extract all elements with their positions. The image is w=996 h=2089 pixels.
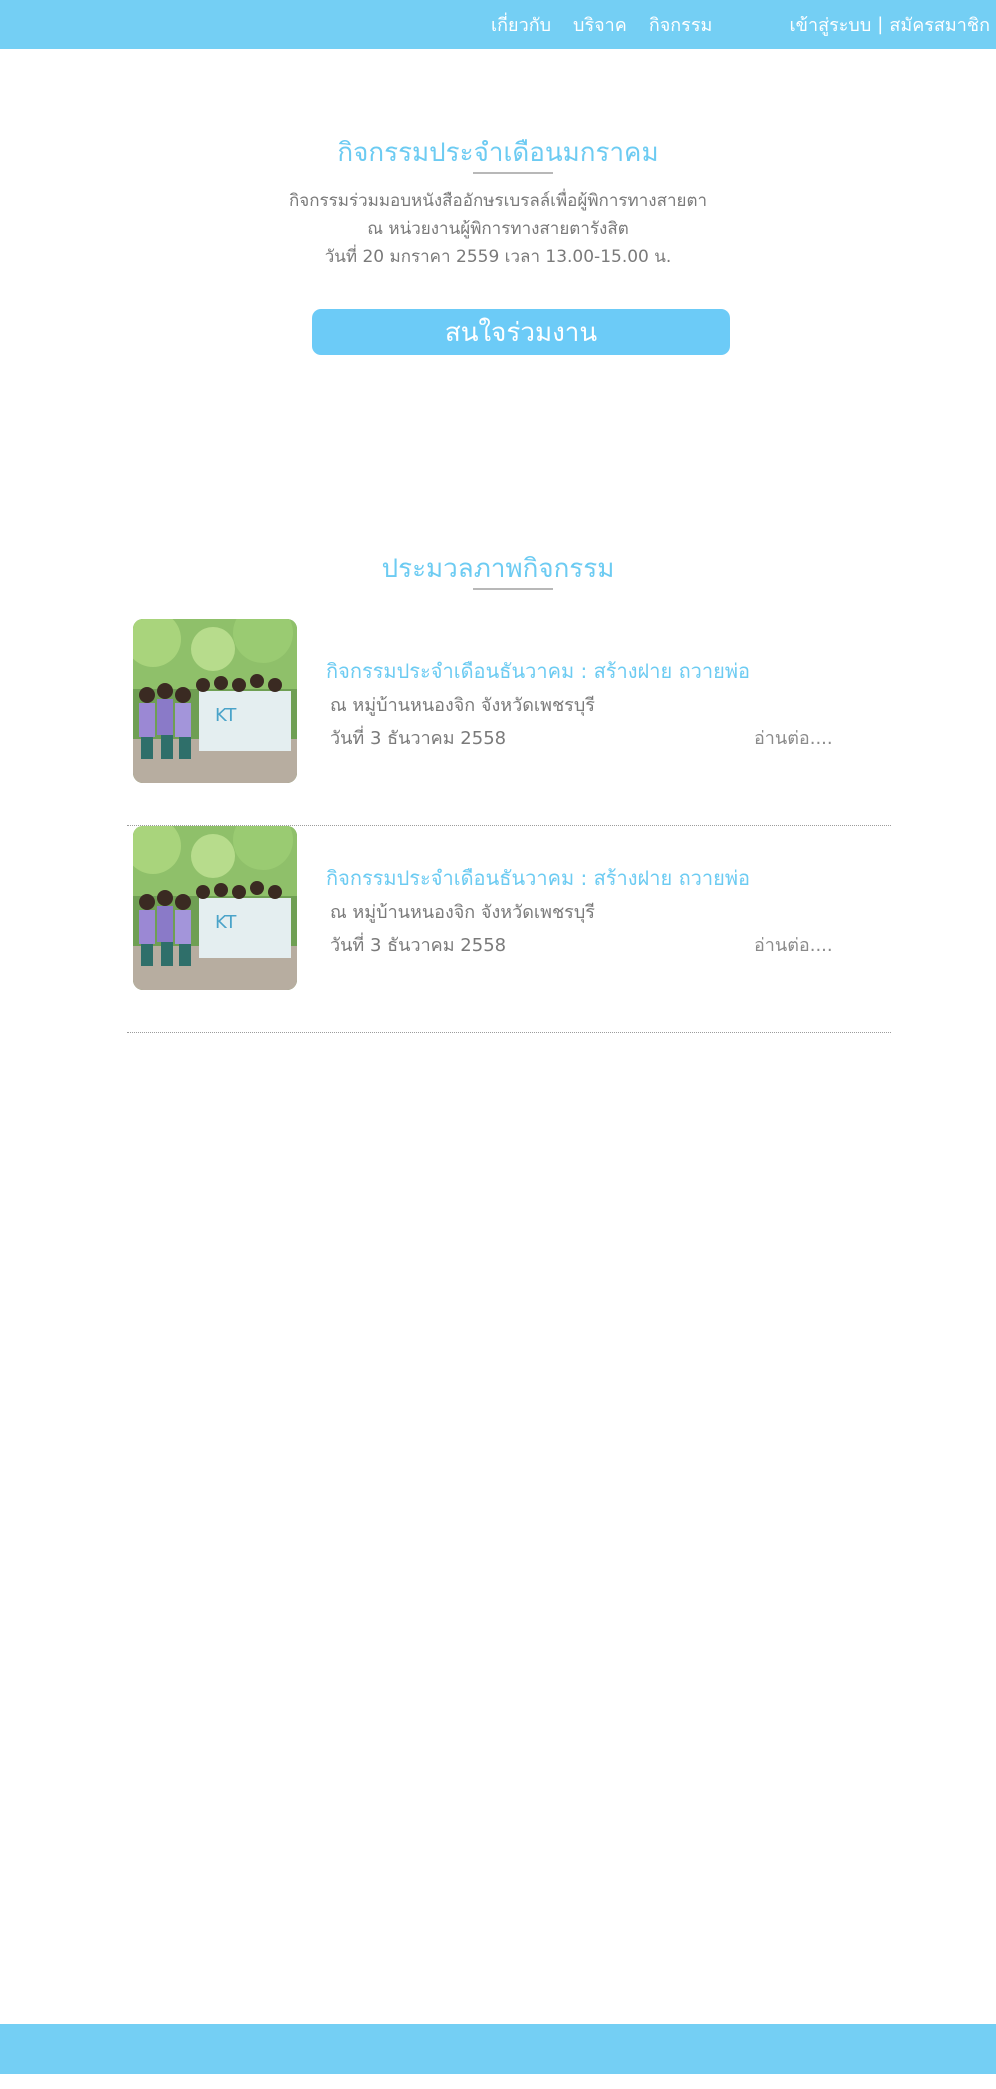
event-title-underline bbox=[473, 172, 553, 174]
group-photo-image: KT bbox=[133, 826, 297, 990]
gallery-divider bbox=[127, 1032, 891, 1033]
login-link[interactable]: เข้าสู่ระบบ bbox=[790, 10, 872, 39]
gallery-item-location: ณ หมู่บ้านหนองจิก จังหวัดเพชรบุรี bbox=[330, 695, 595, 716]
join-event-button[interactable]: สนใจร่วมงาน bbox=[312, 309, 730, 355]
gallery-item-title[interactable]: กิจกรรมประจำเดือนธันวาคม : สร้างฝาย ถวาย… bbox=[326, 862, 750, 894]
main-nav: เกี่ยวกับ บริจาค กิจกรรม bbox=[491, 0, 712, 49]
gallery-item-date: วันที่ 3 ธันวาคม 2558 bbox=[330, 935, 507, 956]
event-title: กิจกรรมประจำเดือนมกราคม bbox=[337, 138, 659, 168]
read-more-link[interactable]: อ่านต่อ.... bbox=[754, 723, 833, 752]
gallery-title: ประมวลภาพกิจกรรม bbox=[381, 554, 615, 584]
top-navigation-bar: เกี่ยวกับ บริจาค กิจกรรม เข้าสู่ระบบ | ส… bbox=[0, 0, 996, 49]
register-link[interactable]: สมัครสมาชิก bbox=[889, 10, 990, 39]
activity-photo[interactable]: KT bbox=[133, 826, 297, 990]
activity-photo[interactable]: KT bbox=[133, 619, 297, 783]
event-location-line: ณ หน่วยงานผู้พิการทางสายตารังสิต bbox=[367, 219, 629, 239]
event-datetime-line: วันที่ 20 มกราคา 2559 เวลา 13.00-15.00 น… bbox=[324, 247, 672, 267]
gallery-item-date: วันที่ 3 ธันวาคม 2558 bbox=[330, 728, 507, 749]
nav-donate-link[interactable]: บริจาค bbox=[573, 10, 627, 39]
svg-text:KT: KT bbox=[215, 912, 237, 933]
page: เกี่ยวกับ บริจาค กิจกรรม เข้าสู่ระบบ | ส… bbox=[0, 0, 996, 2089]
event-description-line: กิจกรรมร่วมมอบหนังสืออักษรเบรลล์เพื่อผู้… bbox=[288, 191, 708, 211]
gallery-item: KT กิจกรรมประจำเดือนธันวาคม : สร้างฝาย ถ… bbox=[127, 619, 891, 826]
nav-about-link[interactable]: เกี่ยวกับ bbox=[491, 10, 551, 39]
read-more-link[interactable]: อ่านต่อ.... bbox=[754, 930, 833, 959]
event-description: กิจกรรมร่วมมอบหนังสืออักษรเบรลล์เพื่อผู้… bbox=[0, 187, 996, 271]
gallery-item-location: ณ หมู่บ้านหนองจิก จังหวัดเพชรบุรี bbox=[330, 902, 595, 923]
auth-links: เข้าสู่ระบบ | สมัครสมาชิก bbox=[790, 0, 990, 49]
gallery-title-underline bbox=[473, 588, 553, 590]
gallery-item: KT กิจกรรมประจำเดือนธันวาคม : สร้างฝาย ถ… bbox=[127, 826, 891, 1033]
svg-text:KT: KT bbox=[215, 705, 237, 726]
group-photo-image: KT bbox=[133, 619, 297, 783]
nav-activities-link[interactable]: กิจกรรม bbox=[649, 10, 713, 39]
footer-bar bbox=[0, 2024, 996, 2074]
gallery-item-title[interactable]: กิจกรรมประจำเดือนธันวาคม : สร้างฝาย ถวาย… bbox=[326, 655, 750, 687]
auth-separator: | bbox=[877, 14, 884, 35]
